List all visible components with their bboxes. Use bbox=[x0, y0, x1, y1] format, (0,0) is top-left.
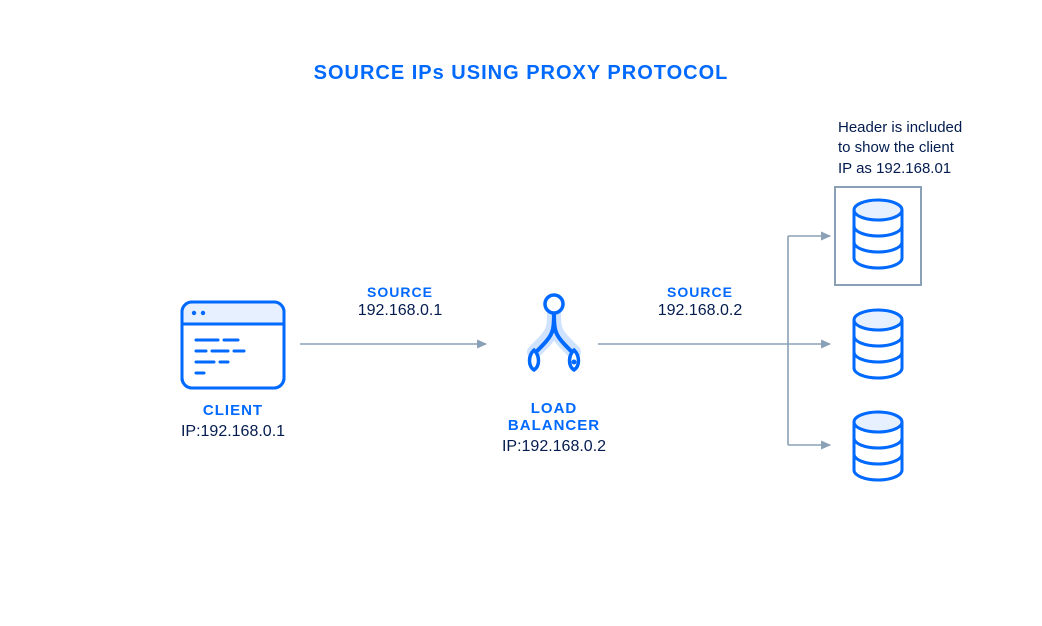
annotation-line-2: to show the client bbox=[838, 138, 998, 158]
annotation-line-1: Header is included bbox=[838, 118, 998, 138]
server-3 bbox=[848, 410, 908, 486]
edge-lb-to-servers-label: SOURCE 192.168.0.2 bbox=[620, 284, 780, 320]
database-icon bbox=[848, 410, 908, 486]
annotation-line-3: IP as 192.168.01 bbox=[838, 159, 998, 179]
client-ip: IP:192.168.0.1 bbox=[178, 423, 288, 441]
edge1-source-label: SOURCE bbox=[320, 284, 480, 300]
load-balancer-icon bbox=[504, 290, 604, 390]
client-label: CLIENT bbox=[178, 402, 288, 419]
edge-client-to-lb-label: SOURCE 192.168.0.1 bbox=[320, 284, 480, 320]
diagram-canvas: CLIENT IP:192.168.0.1 LOAD BALANCER IP:1… bbox=[0, 0, 1042, 626]
client-node: CLIENT IP:192.168.0.1 bbox=[178, 298, 288, 441]
browser-window-icon bbox=[178, 298, 288, 392]
database-icon bbox=[848, 308, 908, 384]
server-2 bbox=[848, 308, 908, 384]
edge2-source-value: 192.168.0.2 bbox=[620, 302, 780, 320]
database-icon bbox=[848, 198, 908, 274]
edge2-source-label: SOURCE bbox=[620, 284, 780, 300]
server-1-highlight-box bbox=[834, 186, 922, 286]
load-balancer-ip: IP:192.168.0.2 bbox=[484, 438, 624, 456]
load-balancer-node: LOAD BALANCER IP:192.168.0.2 bbox=[484, 290, 624, 456]
header-annotation: Header is included to show the client IP… bbox=[838, 118, 998, 179]
edge1-source-value: 192.168.0.1 bbox=[320, 302, 480, 320]
load-balancer-label: LOAD BALANCER bbox=[484, 400, 624, 434]
